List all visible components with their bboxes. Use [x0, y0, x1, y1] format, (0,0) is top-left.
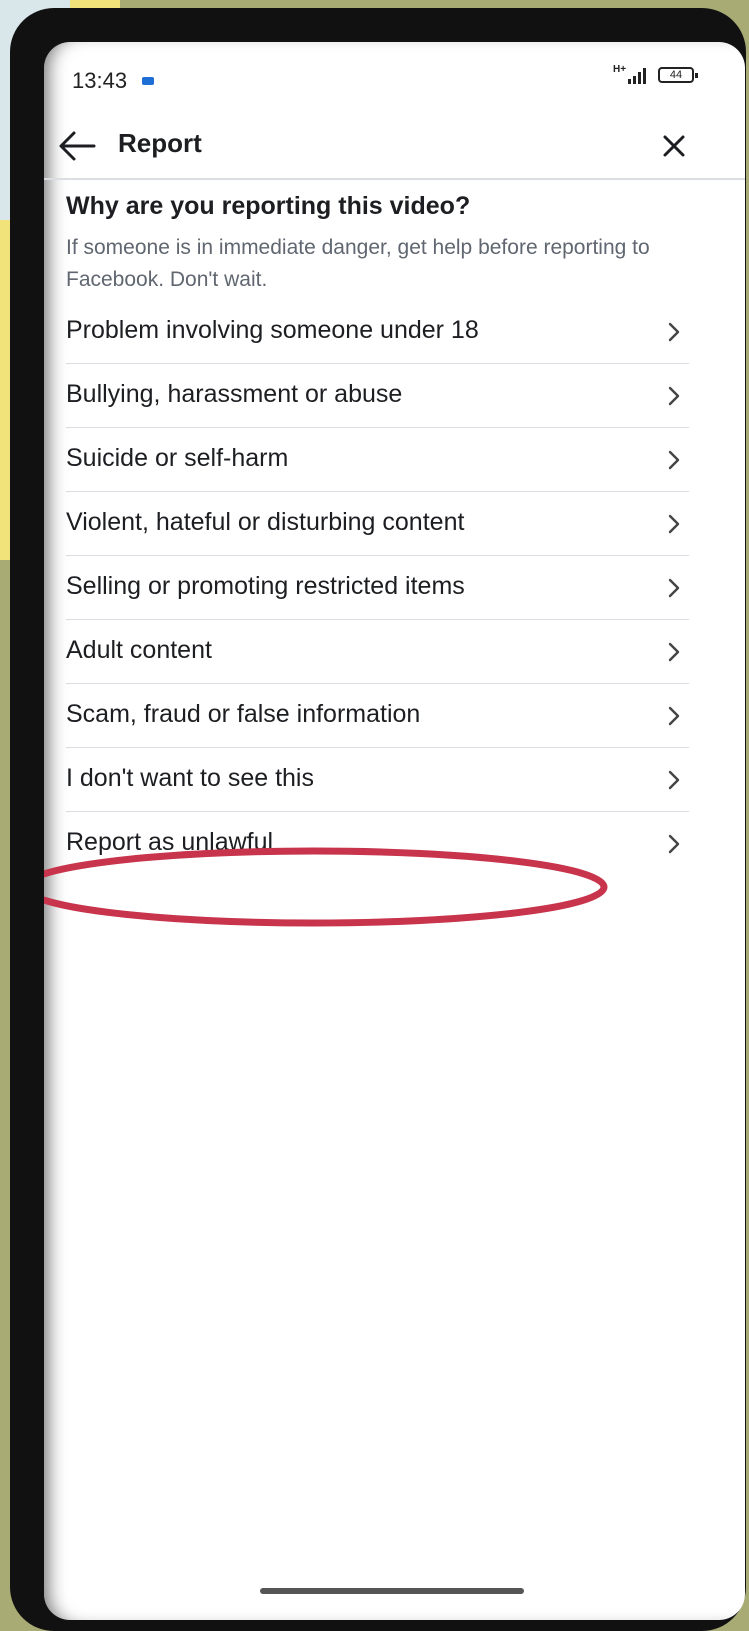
option-violent-content[interactable]: Violent, hateful or disturbing content [66, 492, 689, 556]
option-label: Bullying, harassment or abuse [66, 380, 403, 408]
option-label: Selling or promoting restricted items [66, 572, 465, 600]
chevron-right-icon [668, 834, 680, 854]
option-dont-want-to-see[interactable]: I don't want to see this [66, 748, 689, 812]
signal-strength-icon [628, 68, 646, 84]
chevron-right-icon [668, 706, 680, 726]
option-scam-fraud[interactable]: Scam, fraud or false information [66, 684, 689, 748]
close-button[interactable] [654, 126, 694, 166]
home-indicator[interactable] [260, 1588, 524, 1594]
option-suicide-self-harm[interactable]: Suicide or self-harm [66, 428, 689, 492]
notification-icon [142, 77, 154, 85]
close-icon [663, 135, 685, 157]
page-title: Report [118, 128, 202, 158]
chevron-right-icon [668, 450, 680, 470]
back-button[interactable] [54, 124, 102, 168]
chevron-right-icon [668, 514, 680, 534]
battery-icon: 44 [658, 67, 698, 83]
danger-help-text: If someone is in immediate danger, get h… [66, 236, 650, 291]
status-time: 13:43 [72, 68, 128, 93]
chevron-right-icon [668, 386, 680, 406]
app-header: Report [44, 114, 745, 180]
report-question-heading: Why are you reporting this video? [66, 192, 471, 220]
option-label: Report as unlawful [66, 828, 274, 856]
back-arrow-icon [59, 131, 96, 161]
option-adult-content[interactable]: Adult content [66, 620, 689, 684]
network-type-label: H+ [613, 64, 627, 75]
phone-screen: 13:43 H+ 44 Report Why are you reporting… [44, 42, 745, 1620]
report-options-list: Problem involving someone under 18 Bully… [66, 300, 689, 875]
chevron-right-icon [668, 770, 680, 790]
option-restricted-items[interactable]: Selling or promoting restricted items [66, 556, 689, 620]
option-under-18[interactable]: Problem involving someone under 18 [66, 300, 689, 364]
option-label: Violent, hateful or disturbing content [66, 508, 465, 536]
option-report-unlawful[interactable]: Report as unlawful [66, 812, 689, 875]
option-label: Scam, fraud or false information [66, 700, 421, 728]
phone-frame: 13:43 H+ 44 Report Why are you reporting… [10, 8, 746, 1631]
option-label: Problem involving someone under 18 [66, 316, 479, 344]
chevron-right-icon [668, 322, 680, 342]
status-bar: 13:43 H+ 44 [44, 42, 745, 114]
chevron-right-icon [668, 578, 680, 598]
option-label: Adult content [66, 636, 212, 664]
option-bullying[interactable]: Bullying, harassment or abuse [66, 364, 689, 428]
option-label: I don't want to see this [66, 764, 314, 792]
chevron-right-icon [668, 642, 680, 662]
option-label: Suicide or self-harm [66, 444, 289, 472]
